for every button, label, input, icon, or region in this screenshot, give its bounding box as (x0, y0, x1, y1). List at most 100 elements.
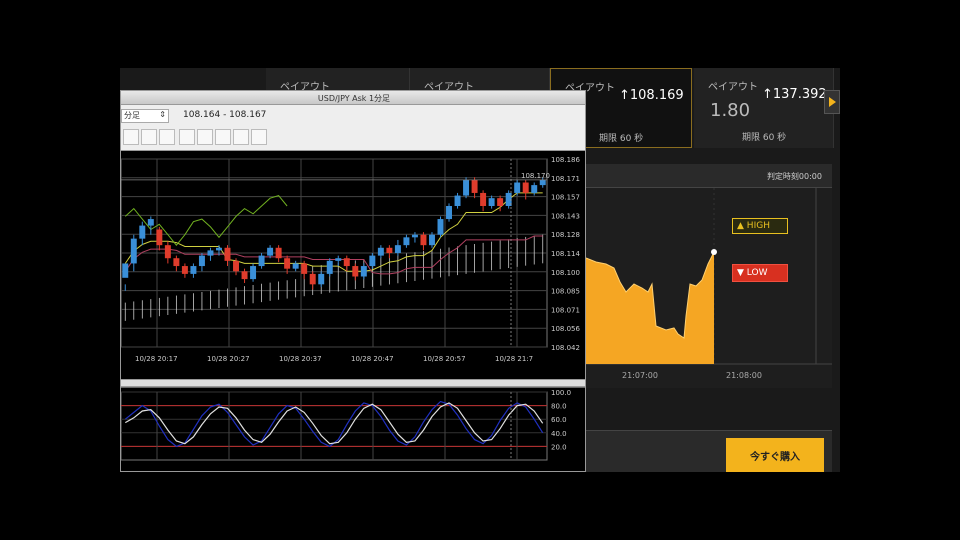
judgement-time: 判定時刻00:00 (766, 172, 822, 181)
osc-y-tick-label: 20.0 (551, 443, 567, 451)
timeframe-value: 分足 (124, 111, 140, 120)
candle-body (411, 234, 418, 238)
arrow-down-icon: ▼ (737, 268, 747, 278)
y-tick-label: 108.143 (551, 212, 580, 220)
candle-body (326, 260, 333, 274)
play-arrow-icon[interactable] (824, 90, 840, 114)
candle-body (318, 273, 325, 285)
indicator-icon[interactable] (179, 129, 195, 145)
candle-body (122, 263, 129, 278)
candle-body (130, 238, 137, 264)
candle-body (531, 185, 538, 193)
candle-body (454, 195, 461, 206)
candle-body (284, 258, 291, 269)
price-quote: ↑137.392 (762, 87, 827, 102)
buy-now-button[interactable]: 今すぐ購入 (726, 438, 824, 472)
candle-body (539, 179, 546, 186)
candle-body (471, 179, 478, 193)
high-label: HIGH (746, 221, 770, 231)
candle-body (190, 266, 197, 274)
candle-body (173, 258, 180, 267)
candle-body (403, 237, 410, 246)
candle-body (386, 247, 393, 253)
buy-now-label: 今すぐ購入 (750, 452, 800, 463)
candle-body (446, 206, 453, 220)
candle-body (241, 271, 248, 280)
pane-splitter[interactable] (121, 379, 585, 387)
current-price-tag: 108.170 (521, 172, 550, 180)
candle-body (394, 245, 401, 253)
current-price-marker (711, 249, 717, 255)
payout-value: 1.80 (710, 100, 751, 121)
chart-window[interactable]: USD/JPY Ask 1分足 分足 ⇕ 108.164 - 108.167 1… (120, 90, 586, 472)
bar-chart-icon[interactable] (123, 129, 139, 145)
timeframe-select[interactable]: 分足 ⇕ (121, 109, 169, 123)
candlestick-chart[interactable]: 108.186 108.171 108.157 108.143 108.128 108.1… (121, 151, 586, 379)
candle-chart-icon[interactable] (141, 129, 157, 145)
binary-chart-panel: 判定時刻00:00 21:07:00 21:08:00 ▲ HIGH ▼ LOW (586, 164, 832, 388)
candle-body (360, 266, 367, 277)
candle-body (267, 247, 274, 256)
product-tab-4[interactable]: ペイアウト 1.80 ↑137.392 期限 60 秒 (694, 68, 834, 148)
candle-body (181, 266, 188, 274)
low-label: LOW (746, 268, 768, 278)
candle-body (207, 250, 214, 256)
osc-y-tick-label: 60.0 (551, 416, 567, 424)
candle-body (224, 247, 231, 261)
panel-header: 判定時刻00:00 (586, 164, 832, 188)
y-tick-label: 108.071 (551, 306, 580, 314)
y-tick-label: 108.056 (551, 325, 580, 333)
x-tick-label: 10/28 20:37 (279, 355, 322, 363)
payout-label: ペイアウト (708, 82, 758, 93)
window-titlebar[interactable]: USD/JPY Ask 1分足 (121, 91, 585, 105)
text-tool-icon[interactable] (215, 129, 231, 145)
candle-body (147, 219, 154, 226)
candle-body (198, 255, 205, 267)
candle-body (437, 219, 444, 235)
price-range: 108.164 - 108.167 (183, 110, 267, 120)
y-tick-label: 108.085 (551, 288, 580, 296)
candle-body (420, 234, 427, 246)
x-tick-label: 10/28 21:7 (495, 355, 533, 363)
stochastic-chart[interactable]: 100.0 80.0 60.0 40.0 20.0 (121, 387, 586, 472)
candle-body (215, 247, 222, 251)
candle-body (309, 273, 316, 285)
candle-body (463, 179, 470, 196)
letterbox-top (120, 0, 840, 68)
y-tick-label: 108.186 (551, 156, 580, 164)
candle-body (428, 234, 435, 246)
candle-body (233, 260, 240, 272)
x-tick-label: 10/28 20:27 (207, 355, 250, 363)
zoom-icon[interactable] (159, 129, 175, 145)
candle-body (369, 255, 376, 267)
candle-body (275, 247, 282, 259)
candle-body (139, 225, 146, 239)
window-title: USD/JPY Ask 1分足 (317, 94, 391, 103)
letterbox-bottom (120, 472, 840, 540)
candle-body (292, 263, 299, 269)
osc-y-tick-label: 40.0 (551, 430, 567, 438)
y-tick-label: 108.171 (551, 175, 580, 183)
y-tick-label: 108.128 (551, 231, 580, 239)
candlestick-svg[interactable]: 108.186 108.171 108.157 108.143 108.128 108.1… (121, 151, 586, 379)
osc-y-tick-label: 100.0 (551, 389, 571, 397)
candle-body (164, 245, 171, 259)
candle-body (258, 255, 265, 267)
camera-icon[interactable] (233, 129, 249, 145)
stochastic-svg[interactable]: 100.0 80.0 60.0 40.0 20.0 (121, 388, 586, 472)
settings-icon[interactable] (251, 129, 267, 145)
y-tick-label: 108.042 (551, 344, 580, 352)
candle-body (156, 229, 163, 246)
x-tick-label: 10/28 20:17 (135, 355, 178, 363)
candle-body (514, 182, 521, 193)
line-tool-icon[interactable] (197, 129, 213, 145)
time-label-2: 21:08:00 (726, 371, 762, 380)
low-button[interactable]: ▼ LOW (732, 264, 788, 282)
x-tick-label: 10/28 20:57 (423, 355, 466, 363)
period-label: 期限 60 秒 (599, 134, 644, 144)
price-area-chart: 21:07:00 21:08:00 (586, 188, 832, 380)
candle-body (377, 247, 384, 256)
high-button[interactable]: ▲ HIGH (732, 218, 788, 234)
x-tick-label: 10/28 20:47 (351, 355, 394, 363)
y-tick-label: 108.100 (551, 269, 580, 277)
